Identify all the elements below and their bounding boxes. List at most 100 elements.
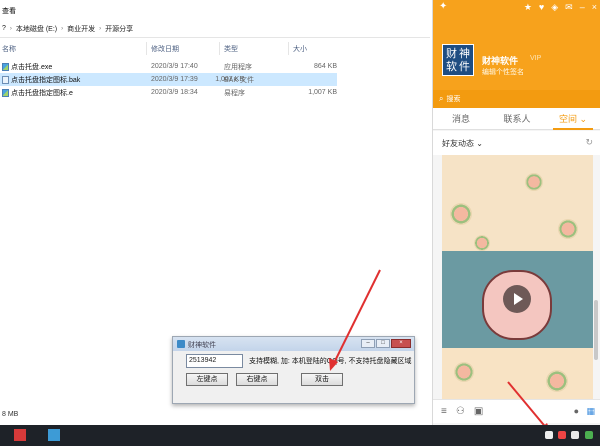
tab-qzone[interactable]: 空间 ⌄: [545, 108, 600, 130]
qq-search-input[interactable]: ⌕ 搜索: [433, 90, 600, 108]
play-icon[interactable]: [503, 285, 531, 313]
melon-decoration: [450, 203, 472, 225]
address-bar[interactable]: ? › 本地磁盘 (E:) › 商业开发 › 开源分享: [0, 20, 430, 38]
file-date: 2020/3/9 18:34: [151, 89, 198, 96]
qq-header-toolbar: ★ ♥ ◈ ✉ – ×: [524, 2, 597, 13]
tab-contacts[interactable]: 联系人: [489, 108, 545, 129]
file-row[interactable]: 点击托盘.exe 2020/3/9 17:40 应用程序 864 KB: [0, 60, 430, 73]
avatar-char: 软: [446, 60, 457, 73]
file-name: 点击托盘.exe: [11, 63, 53, 71]
taskbar: [0, 425, 600, 446]
dialog-titlebar[interactable]: 财神软件 – □ ×: [173, 337, 414, 351]
menu-icon[interactable]: ≡: [441, 406, 447, 417]
feed-scrollbar[interactable]: [594, 300, 598, 360]
chevron-right-icon: ›: [61, 25, 64, 32]
column-header-type[interactable]: 类型: [224, 44, 238, 54]
melon-decoration: [474, 235, 490, 251]
e-source-file-icon: [2, 88, 9, 97]
add-friend-icon[interactable]: ⚇: [456, 406, 465, 417]
vip-badge[interactable]: VIP: [530, 55, 541, 62]
qq-number-input[interactable]: 2513942: [186, 354, 243, 368]
tray-shield-icon[interactable]: [585, 431, 593, 439]
breadcrumb-folder-share[interactable]: 开源分享: [105, 24, 133, 34]
avatar-char: 神: [459, 47, 470, 60]
skin-icon[interactable]: ♥: [539, 2, 544, 13]
breadcrumb-lead: ?: [2, 25, 6, 32]
file-type: 易程序: [224, 89, 245, 97]
shirt-icon[interactable]: ◈: [551, 2, 558, 13]
dialog-title: 财神软件: [188, 342, 216, 349]
file-name: 点击托盘指定图标.bak: [11, 76, 81, 84]
file-list-header: 名称 修改日期 类型 大小: [0, 40, 430, 58]
avatar[interactable]: 财 神 软 件: [442, 44, 474, 76]
breadcrumb-folder-dev[interactable]: 商业开发: [67, 24, 95, 34]
chevron-down-icon: ⌄: [579, 114, 588, 124]
column-header-name[interactable]: 名称: [2, 44, 16, 54]
file-date: 2020/3/9 17:40: [151, 63, 198, 70]
minimize-button[interactable]: –: [361, 339, 375, 348]
column-header-size[interactable]: 大小: [293, 44, 307, 54]
ribbon-view-tab[interactable]: 查看: [0, 0, 430, 20]
column-divider[interactable]: [146, 42, 147, 55]
file-row[interactable]: 点击托盘指定图标.e 2020/3/9 18:34 易程序 1,007 KB: [0, 86, 430, 99]
file-size: 1,007 KB: [308, 89, 337, 96]
melon-decoration: [546, 370, 568, 392]
qq-header: ✦ ★ ♥ ◈ ✉ – × 财 神 软 件 财神软件 VIP 编辑个性签名: [433, 0, 600, 90]
tray-penguin-icon[interactable]: [545, 431, 553, 439]
feed-illustration-top: [442, 155, 593, 251]
app-icon: [177, 340, 185, 348]
chevron-right-icon: ›: [99, 25, 102, 32]
column-divider[interactable]: [219, 42, 220, 55]
tray-click-dialog: 财神软件 – □ × 2513942 支持模糊, 加: 本机登陆的QQ号, 不支…: [172, 336, 415, 404]
tray-app-icon[interactable]: [558, 431, 566, 439]
apps-grid-icon[interactable]: ▦: [586, 406, 595, 417]
qq-logo-icon: ✦: [439, 1, 448, 12]
chevron-right-icon: ›: [9, 25, 12, 32]
search-placeholder: 搜索: [446, 96, 461, 103]
close-icon[interactable]: ×: [592, 2, 597, 13]
maximize-button[interactable]: □: [376, 339, 390, 348]
right-click-button[interactable]: 右键点: [236, 373, 278, 386]
file-name-cell: 点击托盘指定图标.bak: [2, 75, 80, 85]
file-size: 864 KB: [314, 63, 337, 70]
file-size: 1,007 KB: [215, 76, 244, 83]
avatar-char: 财: [446, 47, 457, 60]
refresh-icon[interactable]: ↻: [585, 137, 593, 148]
melon-decoration: [454, 362, 474, 382]
qq-nickname[interactable]: 财神软件: [482, 54, 518, 67]
column-divider[interactable]: [288, 42, 289, 55]
melon-decoration: [525, 173, 543, 191]
feed-filter-dropdown[interactable]: 好友动态 ⌄: [442, 138, 483, 149]
left-click-button[interactable]: 左键点: [186, 373, 228, 386]
melon-decoration: [558, 219, 578, 239]
double-click-button[interactable]: 双击: [301, 373, 343, 386]
file-name-cell: 点击托盘.exe: [2, 62, 52, 72]
file-type: 应用程序: [224, 63, 252, 71]
file-icon[interactable]: ▣: [474, 406, 483, 417]
close-button[interactable]: ×: [391, 339, 411, 348]
feed-header: 好友动态 ⌄ ↻: [433, 131, 600, 155]
minimize-icon[interactable]: –: [580, 2, 585, 13]
qq-bottom-toolbar: ≡ ⚇ ▣ ● ▦: [433, 399, 600, 423]
taskbar-app-icon[interactable]: [48, 429, 60, 441]
chevron-down-icon: ⌄: [476, 138, 483, 148]
tab-messages[interactable]: 消息: [433, 108, 489, 129]
column-header-date[interactable]: 修改日期: [151, 44, 179, 54]
mail-icon[interactable]: ✉: [565, 2, 573, 13]
avatar-char: 件: [459, 60, 470, 73]
status-bar-size: 8 MB: [2, 411, 19, 418]
file-row[interactable]: 点击托盘指定图标.bak 2020/3/9 17:39 BAK 文件 1,007…: [0, 73, 337, 86]
feed-illustration-bottom: [442, 348, 593, 399]
taskbar-app-icon[interactable]: [14, 429, 26, 441]
breadcrumb-drive[interactable]: 本地磁盘 (E:): [16, 24, 57, 34]
penguin-icon[interactable]: ●: [574, 406, 579, 416]
file-date: 2020/3/9 17:39: [151, 76, 198, 83]
search-icon: ⌕: [439, 94, 444, 103]
star-icon[interactable]: ★: [524, 2, 532, 13]
signature-field[interactable]: 编辑个性签名: [482, 67, 524, 77]
feed-image[interactable]: [442, 155, 593, 399]
tray-penguin-icon[interactable]: [571, 431, 579, 439]
qq-main-panel: ✦ ★ ♥ ◈ ✉ – × 财 神 软 件 财神软件 VIP 编辑个性签名 ⌕ …: [432, 0, 600, 425]
document-file-icon: [2, 75, 9, 84]
file-list: 点击托盘.exe 2020/3/9 17:40 应用程序 864 KB 点击托盘…: [0, 60, 430, 99]
